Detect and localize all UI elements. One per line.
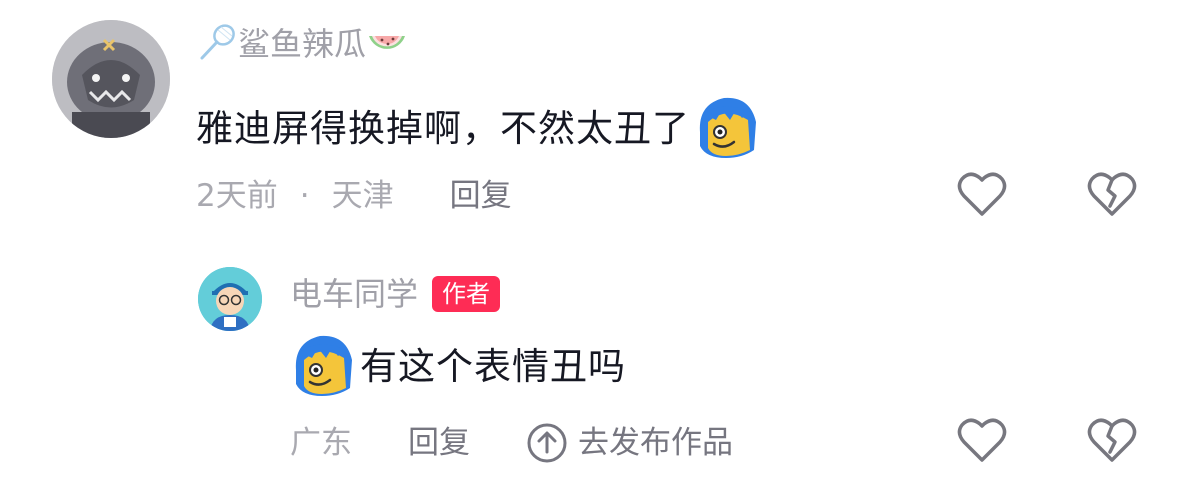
reply-like-button[interactable] [956,416,1008,468]
reply-body: 有这个表情丑吗 [288,330,626,404]
reply-meta: 广东 回复 去发布作品 [290,422,733,464]
author-username[interactable]: 电车同学 [290,274,418,314]
author-name-row: 电车同学 作者 [290,274,501,314]
comment-text: 雅迪屏得换掉啊，不然太丑了 [196,107,690,150]
like-button[interactable] [956,170,1008,222]
watermelon-icon [366,22,408,66]
comment-body: 雅迪屏得换掉啊，不然太丑了 [196,92,762,166]
commenter-name-row: 鲨鱼辣瓜 [198,22,408,66]
meta-separator: · [299,178,310,214]
blue-hair-face-emoji [692,92,762,166]
author-badge: 作者 [432,276,501,312]
commenter-username[interactable]: 鲨鱼辣瓜 [238,24,366,64]
go-publish-label: 去发布作品 [578,425,733,461]
dislike-button[interactable] [1086,170,1138,222]
blue-hair-face-emoji [288,330,358,404]
comment-location: 天津 [331,178,394,214]
author-avatar[interactable] [198,267,262,331]
broken-heart-icon [1086,172,1138,222]
arrow-up-circle-icon [526,422,568,464]
go-publish-button[interactable]: 去发布作品 [526,422,733,464]
reply-dislike-button[interactable] [1086,416,1138,468]
badminton-racket-icon [198,22,238,66]
reply-button[interactable]: 回复 [450,176,512,216]
commenter-avatar[interactable] [52,20,170,138]
comment-meta: 2天前 · 天津 回复 [196,176,512,216]
comment-time: 2天前 [196,178,278,214]
reply-text: 有这个表情丑吗 [360,345,626,388]
heart-icon [956,418,1008,468]
reply-reply-button[interactable]: 回复 [408,423,470,463]
reply-location: 广东 [290,425,352,461]
heart-icon [956,172,1008,222]
broken-heart-icon [1086,418,1138,468]
